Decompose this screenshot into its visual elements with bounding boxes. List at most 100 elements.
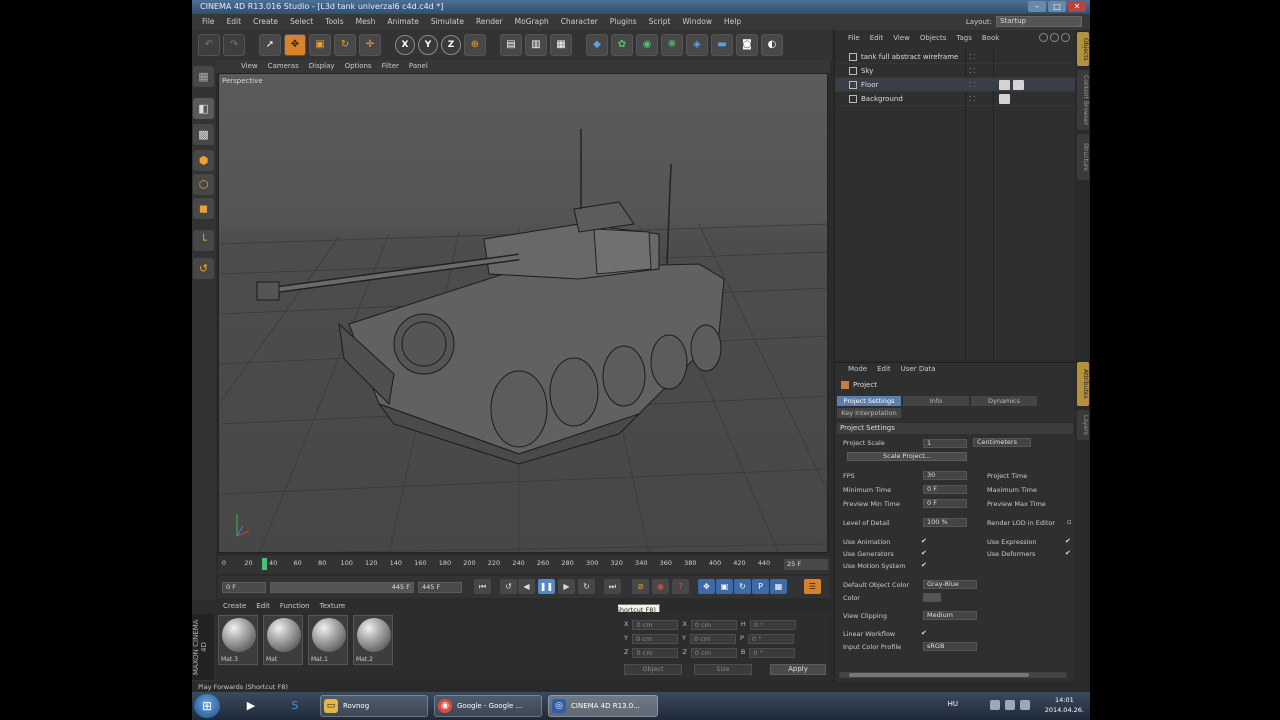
volume-icon[interactable]: [1020, 700, 1030, 710]
live-selection-icon[interactable]: ➚: [259, 34, 281, 56]
attributes-tab[interactable]: Attributes: [1077, 362, 1089, 406]
menu-mesh[interactable]: Mesh: [350, 14, 382, 30]
menu-simulate[interactable]: Simulate: [425, 14, 470, 30]
content-browser-tab[interactable]: Content Browser: [1077, 70, 1089, 130]
rotate-icon[interactable]: ↻: [334, 34, 356, 56]
material-menu-function[interactable]: Function: [275, 602, 315, 610]
menu-character[interactable]: Character: [555, 14, 604, 30]
menu-tools[interactable]: Tools: [319, 14, 349, 30]
structure-tab[interactable]: Structure: [1077, 134, 1089, 180]
tray-arrow-icon[interactable]: [990, 700, 1000, 710]
viewport-menu-filter[interactable]: Filter: [377, 60, 404, 73]
menu-edit[interactable]: Edit: [221, 14, 248, 30]
tab-key-interpolation[interactable]: Key Interpolation: [837, 408, 901, 418]
autokey-icon[interactable]: ◉: [652, 579, 669, 594]
previous-frame-icon[interactable]: ◀: [518, 579, 535, 594]
scheme-icon[interactable]: ☰: [804, 579, 821, 594]
deformer-icon[interactable]: ◈: [686, 34, 708, 56]
lock-icon[interactable]: [1061, 33, 1070, 42]
render-view-icon[interactable]: ▤: [500, 34, 522, 56]
render-lod-checkbox[interactable]: ▫: [1067, 518, 1072, 526]
use-animation-checkbox[interactable]: ✔: [921, 537, 927, 545]
use-deformers-checkbox[interactable]: ✔: [1065, 549, 1071, 557]
attribute-menu-user-data[interactable]: User Data: [896, 365, 941, 373]
language-indicator[interactable]: HU: [948, 700, 958, 708]
material-tag-icon[interactable]: [999, 80, 1010, 90]
coordinate-system-icon[interactable]: ⊕: [464, 34, 486, 56]
fps-field[interactable]: 30: [923, 471, 967, 480]
record-active-icon[interactable]: ⊘: [632, 579, 649, 594]
material-tag-icon[interactable]: [1013, 80, 1024, 90]
coord-size-field[interactable]: 0 cm: [689, 634, 736, 644]
viewport-menu-display[interactable]: Display: [304, 60, 340, 73]
start-button[interactable]: ⊞: [194, 694, 220, 718]
go-to-start-icon[interactable]: ⏮: [474, 579, 491, 594]
object-row[interactable]: Floor ⁚ ⁚: [835, 78, 1075, 92]
next-key-icon[interactable]: ↻: [578, 579, 595, 594]
object-row[interactable]: Sky ⁚ ⁚: [835, 64, 1075, 78]
menu-select[interactable]: Select: [284, 14, 319, 30]
edges-mode-icon[interactable]: ⬡: [193, 174, 214, 195]
camera-icon[interactable]: ◙: [736, 34, 758, 56]
menu-help[interactable]: Help: [718, 14, 747, 30]
range-slider[interactable]: 445 F: [270, 582, 414, 593]
min-time-field[interactable]: 0 F: [923, 485, 967, 494]
menu-window[interactable]: Window: [676, 14, 718, 30]
playhead[interactable]: [262, 558, 267, 570]
key-scale-icon[interactable]: ▣: [716, 579, 733, 594]
taskbar-task-chrome[interactable]: ◉ Google - Google ...: [434, 695, 542, 717]
light-icon[interactable]: ◐: [761, 34, 783, 56]
project-scale-unit-dropdown[interactable]: Centimeters: [973, 438, 1031, 447]
visibility-dots-icon[interactable]: ⁚ ⁚: [969, 78, 976, 92]
network-icon[interactable]: [1005, 700, 1015, 710]
menu-create[interactable]: Create: [247, 14, 284, 30]
objects-tab[interactable]: Objects: [1077, 32, 1089, 66]
coord-size-dropdown[interactable]: Size: [694, 664, 752, 675]
x-axis-icon[interactable]: X: [395, 35, 415, 55]
use-motion-checkbox[interactable]: ✔: [921, 561, 927, 569]
coord-position-field[interactable]: 0 cm: [631, 634, 678, 644]
taskbar-task-cinema4d[interactable]: ◎ CINEMA 4D R13.0...: [548, 695, 658, 717]
previous-key-icon[interactable]: ↺: [500, 579, 517, 594]
linear-workflow-checkbox[interactable]: ✔: [921, 629, 927, 637]
object-menu-objects[interactable]: Objects: [915, 34, 951, 42]
perspective-viewport[interactable]: Perspective: [218, 73, 828, 553]
visibility-dots-icon[interactable]: ⁚ ⁚: [969, 64, 976, 78]
viewport-menu-cameras[interactable]: Cameras: [263, 60, 304, 73]
subdivision-icon[interactable]: ✿: [611, 34, 633, 56]
material-swatch[interactable]: Mat.3: [218, 615, 258, 665]
menu-file[interactable]: File: [196, 14, 221, 30]
apply-button[interactable]: Apply: [770, 664, 826, 675]
coord-position-field[interactable]: 0 cm: [632, 620, 679, 630]
render-settings-icon[interactable]: ▦: [550, 34, 572, 56]
taskbar-task-folder[interactable]: ▭ Rovnog: [320, 695, 428, 717]
material-tag-icon[interactable]: [999, 94, 1010, 104]
skype-icon[interactable]: S: [280, 695, 310, 717]
object-menu-file[interactable]: File: [843, 34, 865, 42]
nurbs-icon[interactable]: ❋: [661, 34, 683, 56]
viewport-menu-options[interactable]: Options: [340, 60, 377, 73]
default-color-dropdown[interactable]: Gray-Blue: [923, 580, 977, 589]
menu-animate[interactable]: Animate: [381, 14, 424, 30]
key-position-icon[interactable]: ✥: [698, 579, 715, 594]
recent-tools-icon[interactable]: ✛: [359, 34, 381, 56]
redo-icon[interactable]: ↷: [223, 34, 245, 56]
current-frame-field[interactable]: 25 F: [784, 559, 828, 570]
color-swatch[interactable]: [923, 593, 941, 602]
attribute-scrollbar[interactable]: [839, 672, 1067, 678]
material-swatch[interactable]: Mat: [263, 615, 303, 665]
clock[interactable]: 14:01 2014.04.26.: [1045, 695, 1084, 715]
y-axis-icon[interactable]: Y: [418, 35, 438, 55]
render-picture-viewer-icon[interactable]: ▥: [525, 34, 547, 56]
floor-icon[interactable]: ▬: [711, 34, 733, 56]
object-menu-tags[interactable]: Tags: [951, 34, 977, 42]
view-clipping-dropdown[interactable]: Medium: [923, 611, 977, 620]
timeline-ruler[interactable]: 0 20 40 60 80 100 120 140 160 180 200 220 240 260 280 3…: [218, 556, 830, 574]
material-menu-texture[interactable]: Texture: [315, 602, 351, 610]
undo-icon[interactable]: ↶: [198, 34, 220, 56]
next-frame-icon[interactable]: ▶: [558, 579, 575, 594]
maximize-button[interactable]: □: [1048, 1, 1066, 12]
material-swatch[interactable]: Mat.1: [308, 615, 348, 665]
keyframe-selection-icon[interactable]: ?: [672, 579, 689, 594]
make-editable-icon[interactable]: ▦: [193, 66, 214, 87]
